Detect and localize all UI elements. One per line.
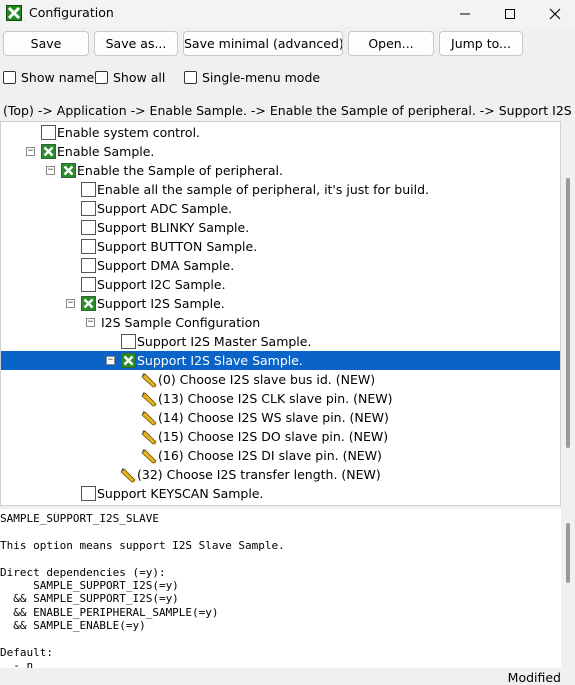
- collapse-icon[interactable]: −: [106, 356, 115, 365]
- status-text: Modified: [507, 670, 561, 685]
- tree-scrollbar[interactable]: [561, 121, 575, 506]
- edit-value-icon: [120, 466, 136, 483]
- tree-row[interactable]: Support KEYSCAN Sample.: [1, 484, 560, 503]
- show-all-checkbox[interactable]: Show all: [95, 70, 165, 85]
- tree-row[interactable]: Support BLINKY Sample.: [1, 218, 560, 237]
- tree-row-label: Enable system control.: [57, 125, 201, 140]
- tree-row[interactable]: Enable all the sample of peripheral, it'…: [1, 180, 560, 199]
- tree-row[interactable]: (14) Choose I2S WS slave pin. (NEW): [1, 408, 560, 427]
- tree-row-label: Support I2S Sample.: [97, 296, 225, 311]
- tree-row[interactable]: − Enable Sample.: [1, 142, 560, 161]
- tree-row-label: Support I2S Master Sample.: [137, 334, 312, 349]
- save-button[interactable]: Save: [3, 31, 89, 56]
- tree-row-label: Enable all the sample of peripheral, it'…: [97, 182, 430, 197]
- help-text: SAMPLE_SUPPORT_I2S_SLAVE This option mea…: [0, 512, 285, 668]
- checkbox-icon[interactable]: [41, 125, 56, 140]
- tree-row-label: (32) Choose I2S transfer length. (NEW): [137, 467, 381, 482]
- checkbox-icon[interactable]: [121, 334, 136, 349]
- tree-row[interactable]: − I2S Sample Configuration: [1, 313, 560, 332]
- checked-checkbox-icon[interactable]: [41, 144, 56, 159]
- show-all-label: Show all: [113, 70, 166, 85]
- tree-row-label: (13) Choose I2S CLK slave pin. (NEW): [158, 391, 393, 406]
- checkbox-icon: [95, 71, 108, 84]
- tree-row[interactable]: (13) Choose I2S CLK slave pin. (NEW): [1, 389, 560, 408]
- close-icon: [549, 8, 561, 19]
- tree-row-label: Enable the Sample of peripheral.: [77, 163, 283, 178]
- edit-value-icon: [141, 447, 157, 464]
- help-scrollbar-thumb[interactable]: [566, 523, 570, 583]
- save-as-button[interactable]: Save as...: [94, 31, 178, 56]
- checkbox-icon[interactable]: [81, 486, 96, 501]
- tree-row[interactable]: Support DMA Sample.: [1, 256, 560, 275]
- checked-checkbox-icon[interactable]: [121, 353, 136, 368]
- tree-row-label: Support KEYSCAN Sample.: [97, 486, 264, 501]
- close-button[interactable]: [532, 0, 575, 27]
- single-menu-label: Single-menu mode: [202, 70, 321, 85]
- collapse-icon[interactable]: −: [46, 166, 55, 175]
- tree-row[interactable]: (15) Choose I2S DO slave pin. (NEW): [1, 427, 560, 446]
- breadcrumb[interactable]: (Top) -> Application -> Enable Sample. -…: [3, 103, 575, 118]
- maximize-button[interactable]: [487, 0, 533, 27]
- tree-row-label: Support DMA Sample.: [97, 258, 235, 273]
- minimize-icon: [460, 13, 470, 14]
- tree-row[interactable]: (16) Choose I2S DI slave pin. (NEW): [1, 446, 560, 465]
- checkbox-icon[interactable]: [81, 258, 96, 273]
- tree-row[interactable]: (32) Choose I2S transfer length. (NEW): [1, 465, 560, 484]
- edit-value-icon: [141, 390, 157, 407]
- edit-value-icon: [141, 409, 157, 426]
- jump-to-button[interactable]: Jump to...: [439, 31, 523, 56]
- checkbox-icon[interactable]: [81, 239, 96, 254]
- tree-row-label: Support BUTTON Sample.: [97, 239, 258, 254]
- tree-row[interactable]: (0) Choose I2S slave bus id. (NEW): [1, 370, 560, 389]
- checked-checkbox-icon[interactable]: [81, 296, 96, 311]
- save-minimal-button[interactable]: Save minimal (advanced)...: [183, 31, 343, 56]
- checkbox-icon[interactable]: [81, 220, 96, 235]
- checkbox-icon: [3, 71, 16, 84]
- help-panel: SAMPLE_SUPPORT_I2S_SLAVE This option mea…: [0, 509, 575, 668]
- tree-row[interactable]: − Support I2S Sample.: [1, 294, 560, 313]
- tree-row-label: Support BLINKY Sample.: [97, 220, 250, 235]
- window-title: Configuration: [29, 5, 114, 20]
- tree-row-label: Enable Sample.: [57, 144, 155, 159]
- checked-checkbox-icon[interactable]: [61, 163, 76, 178]
- checkbox-icon: [184, 71, 197, 84]
- tree-row[interactable]: Support I2C Sample.: [1, 275, 560, 294]
- tree-row[interactable]: Enable system control.: [1, 123, 560, 142]
- tree-row[interactable]: − Support I2S Slave Sample.: [1, 351, 560, 370]
- checkbox-icon[interactable]: [81, 201, 96, 216]
- config-tree[interactable]: Enable system control. − Enable Sample. − En…: [0, 121, 561, 506]
- checkbox-icon[interactable]: [81, 182, 96, 197]
- maximize-icon: [505, 8, 515, 19]
- collapse-icon[interactable]: −: [26, 147, 35, 156]
- tree-row-label: I2S Sample Configuration: [101, 315, 261, 330]
- collapse-icon[interactable]: −: [86, 318, 95, 327]
- tree-row[interactable]: Support BUTTON Sample.: [1, 237, 560, 256]
- open-button[interactable]: Open...: [348, 31, 434, 56]
- tree-scrollbar-thumb[interactable]: [566, 178, 570, 448]
- collapse-icon[interactable]: −: [66, 299, 75, 308]
- tree-row[interactable]: Support ADC Sample.: [1, 199, 560, 218]
- tree-row-label: (0) Choose I2S slave bus id. (NEW): [158, 372, 376, 387]
- tree-row-label: (14) Choose I2S WS slave pin. (NEW): [158, 410, 389, 425]
- title-bar: Configuration: [0, 0, 575, 27]
- tree-row-label: (16) Choose I2S DI slave pin. (NEW): [158, 448, 382, 463]
- tree-row-label: (15) Choose I2S DO slave pin. (NEW): [158, 429, 389, 444]
- checkbox-icon[interactable]: [81, 277, 96, 292]
- edit-value-icon: [141, 428, 157, 445]
- app-icon: [6, 5, 22, 21]
- show-name-checkbox[interactable]: Show name: [3, 70, 94, 85]
- minimize-button[interactable]: [442, 0, 488, 27]
- tree-row-label: Support ADC Sample.: [97, 201, 233, 216]
- show-name-label: Show name: [21, 70, 95, 85]
- tree-row[interactable]: − Enable the Sample of peripheral.: [1, 161, 560, 180]
- status-bar: Modified: [0, 668, 575, 685]
- tree-row-label: Support I2C Sample.: [97, 277, 226, 292]
- help-scrollbar[interactable]: [561, 509, 575, 668]
- tree-row[interactable]: Support I2S Master Sample.: [1, 332, 560, 351]
- tree-row-label: Support I2S Slave Sample.: [137, 353, 303, 368]
- single-menu-checkbox[interactable]: Single-menu mode: [184, 70, 320, 85]
- edit-value-icon: [141, 371, 157, 388]
